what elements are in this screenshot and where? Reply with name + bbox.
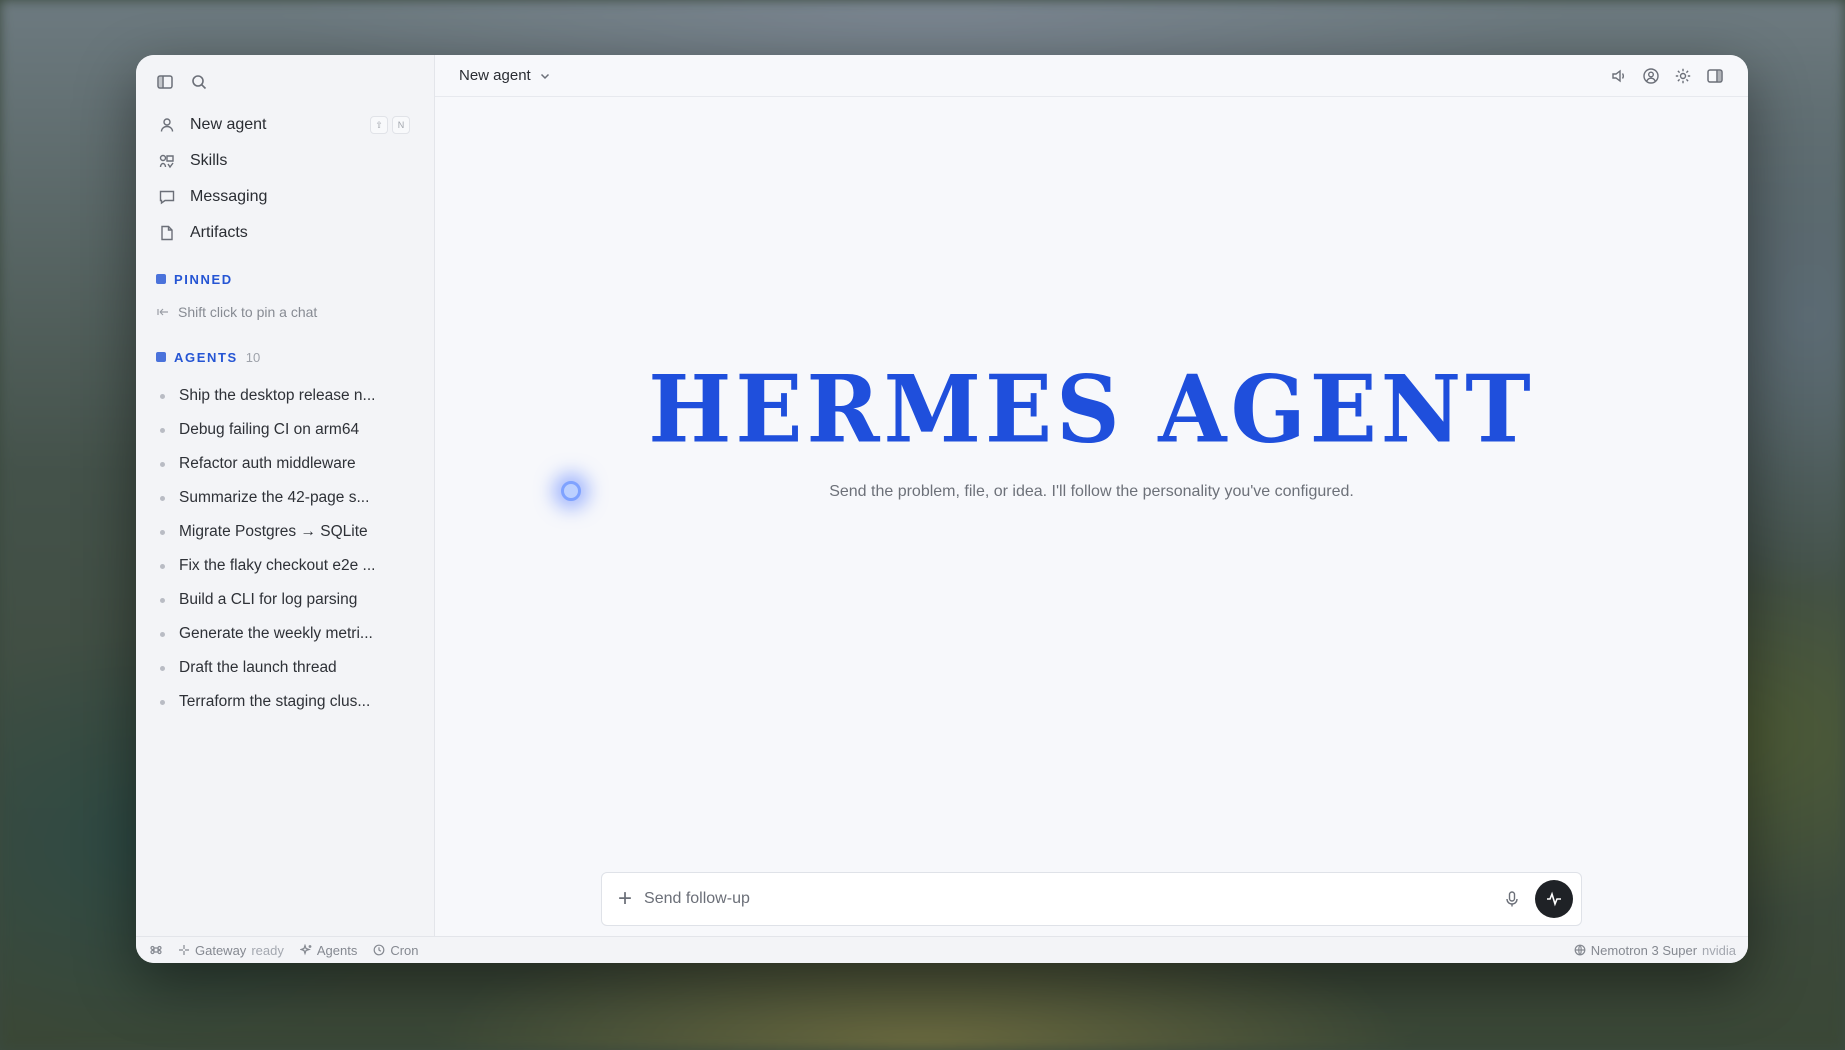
sidebar-item-new-agent[interactable]: New agent ⇧ N: [154, 107, 420, 143]
agents-sparkle-icon: [299, 944, 312, 956]
agent-title: Fix the flaky checkout e2e ...: [179, 557, 376, 574]
clock-icon: [373, 944, 385, 956]
sparkle-icon: [179, 945, 189, 955]
agent-title: Draft the launch thread: [179, 659, 337, 676]
message-input[interactable]: [644, 890, 1489, 908]
new-agent-shortcut: ⇧ N: [370, 116, 410, 134]
shortcut-key: ⇧: [370, 116, 388, 134]
sidebar-toolbar: [154, 69, 420, 95]
list-item[interactable]: Terraform the staging clus...: [154, 685, 420, 719]
sidebar-item-label: New agent: [190, 116, 267, 133]
topbar: New agent: [435, 55, 1748, 97]
agent-title: Ship the desktop release n...: [179, 387, 376, 404]
account-icon[interactable]: [1640, 65, 1662, 87]
sidebar-toggle-icon[interactable]: [154, 71, 176, 93]
bullet: [160, 427, 165, 433]
section-marker: [156, 352, 166, 362]
agents-title: AGENTS: [174, 349, 238, 365]
app-window: New agent ⇧ N Skills Messaging Artifacts…: [136, 55, 1748, 963]
page-title: HERMES AGENT: [648, 354, 1535, 464]
command-icon[interactable]: [150, 944, 162, 956]
cron-status[interactable]: Cron: [373, 942, 419, 958]
list-item[interactable]: Build a CLI for log parsing: [154, 583, 420, 617]
section-marker: [156, 274, 166, 284]
waveform-icon: [1547, 891, 1561, 907]
user-icon: [156, 114, 178, 136]
agent-title: Build a CLI for log parsing: [179, 591, 358, 608]
agents-count: 10: [245, 349, 261, 365]
gateway-status[interactable]: Gateway ready: [178, 943, 284, 958]
voice-send-button[interactable]: [1535, 880, 1573, 918]
sidebar-item-messaging[interactable]: Messaging: [154, 179, 420, 215]
bullet: [160, 699, 165, 705]
right-panel-toggle-icon[interactable]: [1704, 65, 1726, 87]
search-icon[interactable]: [188, 71, 210, 93]
list-item[interactable]: Debug failing CI on arm64: [154, 413, 420, 447]
list-item[interactable]: Refactor auth middleware: [154, 447, 420, 481]
window-body: New agent ⇧ N Skills Messaging Artifacts…: [136, 55, 1748, 936]
bullet: [160, 461, 165, 467]
cursor-indicator: [561, 481, 581, 501]
bullet: [160, 631, 165, 637]
agent-selector[interactable]: New agent: [459, 67, 551, 84]
agents-status[interactable]: Agents: [299, 942, 358, 958]
pinned-title: PINNED: [174, 271, 233, 287]
gateway-label: Gateway: [195, 942, 247, 958]
attach-plus-icon[interactable]: +: [618, 887, 632, 911]
agent-title: Terraform the staging clus...: [179, 693, 371, 710]
microphone-icon[interactable]: [1501, 888, 1523, 910]
model-provider: nvidia: [1702, 942, 1736, 958]
agent-title: Debug failing CI on arm64: [179, 421, 360, 438]
list-item[interactable]: Migrate Postgres → SQLite: [154, 515, 420, 549]
list-item[interactable]: Draft the launch thread: [154, 651, 420, 685]
agent-title: Refactor auth middleware: [179, 455, 356, 472]
agent-title: Migrate Postgres → SQLite: [179, 523, 368, 540]
hero: HERMES AGENT Send the problem, file, or …: [435, 354, 1748, 501]
bullet: [160, 597, 165, 603]
bullet: [160, 529, 165, 535]
composer: +: [601, 872, 1582, 926]
bullet: [160, 665, 165, 671]
topbar-actions: [1608, 65, 1726, 87]
list-item[interactable]: Generate the weekly metri...: [154, 617, 420, 651]
globe-icon: [1574, 944, 1586, 956]
sidebar-item-label: Artifacts: [190, 224, 248, 241]
file-icon: [156, 222, 178, 244]
sidebar-item-skills[interactable]: Skills: [154, 143, 420, 179]
cron-label: Cron: [390, 942, 419, 958]
pin-hint: Shift click to pin a chat: [154, 301, 420, 323]
skills-icon: [156, 150, 178, 172]
status-bar: Gateway ready Agents Cron Nemotron 3 Sup…: [136, 936, 1748, 963]
list-item[interactable]: Ship the desktop release n...: [154, 379, 420, 413]
bullet: [160, 495, 165, 501]
speaker-icon[interactable]: [1608, 65, 1630, 87]
bullet: [160, 393, 165, 399]
sidebar: New agent ⇧ N Skills Messaging Artifacts…: [136, 55, 435, 936]
chevron-down-icon: [540, 73, 549, 79]
agent-list: Ship the desktop release n... Debug fail…: [154, 379, 420, 719]
model-name: Nemotron 3 Super: [1590, 942, 1698, 958]
agent-selector-label: New agent: [459, 67, 531, 84]
sidebar-item-label: Messaging: [190, 188, 268, 205]
gear-icon[interactable]: [1672, 65, 1694, 87]
agent-title: Summarize the 42-page s...: [179, 489, 370, 506]
agent-title: Generate the weekly metri...: [179, 625, 373, 642]
list-item[interactable]: Fix the flaky checkout e2e ...: [154, 549, 420, 583]
pin-icon: [157, 308, 168, 316]
bullet: [160, 563, 165, 569]
model-status[interactable]: Nemotron 3 Super nvidia: [1574, 943, 1736, 958]
chat-bubble-icon: [156, 186, 178, 208]
sidebar-item-artifacts[interactable]: Artifacts: [154, 215, 420, 251]
main-panel: New agent HERMES AGENT Send the problem,…: [435, 55, 1748, 936]
agents-section-header: AGENTS 10: [154, 345, 420, 369]
pin-hint-text: Shift click to pin a chat: [178, 304, 318, 320]
pinned-section-header: PINNED: [154, 267, 420, 291]
sidebar-item-label: Skills: [190, 152, 228, 169]
list-item[interactable]: Summarize the 42-page s...: [154, 481, 420, 515]
hero-subtitle: Send the problem, file, or idea. I'll fo…: [829, 483, 1354, 500]
gateway-state: ready: [251, 942, 284, 958]
shortcut-key: N: [392, 116, 410, 134]
agents-label: Agents: [316, 942, 358, 958]
